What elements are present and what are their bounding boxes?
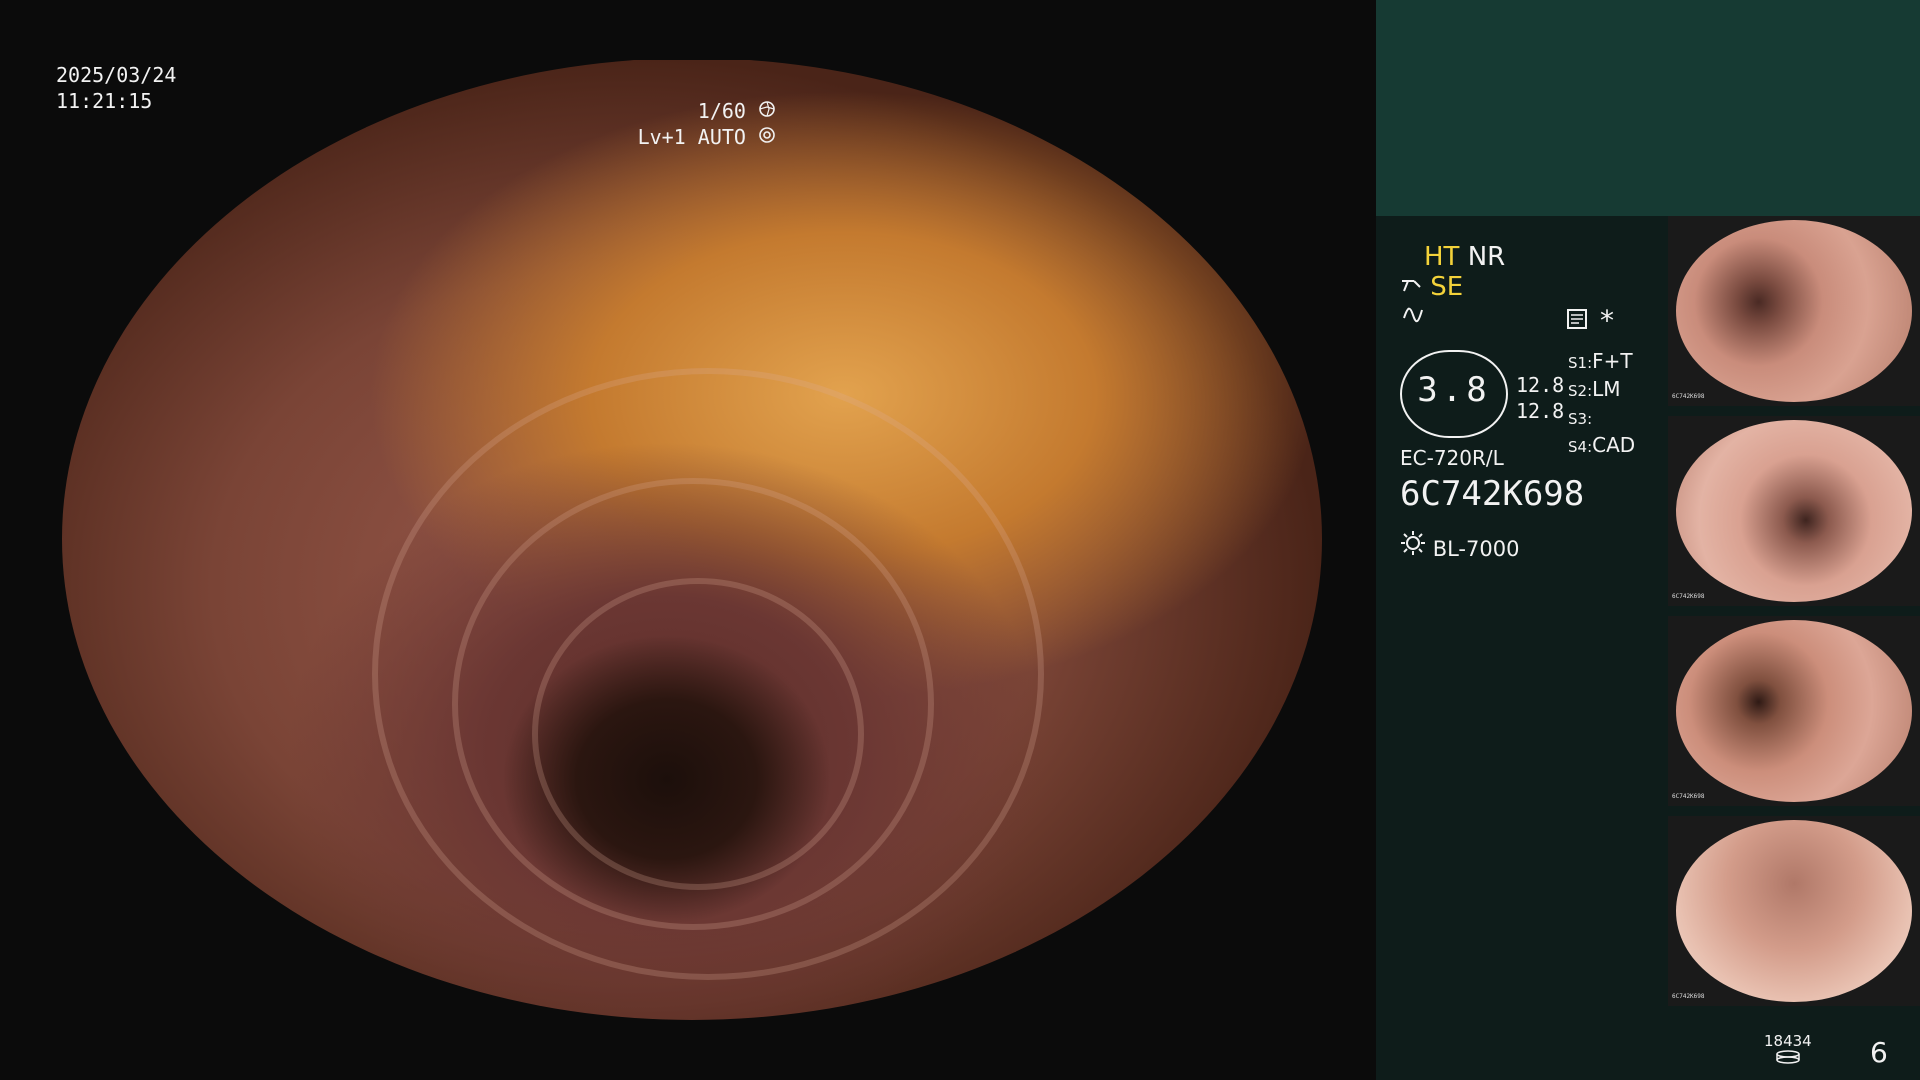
se-row: SE [1400, 272, 1463, 302]
capture-count: 6 [1870, 1036, 1888, 1069]
thumbnail-3[interactable]: 6C742K698 [1668, 616, 1920, 806]
datetime-overlay: 2025/03/24 11:21:15 [56, 62, 176, 114]
shutter-text: 1/60 [697, 99, 746, 123]
nr-label: NR [1467, 242, 1506, 272]
s1-label: S1: [1568, 354, 1593, 372]
endoscope-image [62, 60, 1322, 1020]
thumbnail-label: 6C742K698 [1672, 993, 1705, 1000]
ratio-value-1: 12.8 [1516, 373, 1565, 397]
switch-assignments: S1:F+T S2:LM S3: S4:CAD [1568, 348, 1635, 460]
asterisk-mark: * [1600, 304, 1614, 337]
light-source-row: BL-7000 [1400, 530, 1519, 561]
thumbnail-2[interactable]: 6C742K698 [1668, 416, 1920, 606]
capture-thumbnails: 6C742K698 6C742K698 6C742K698 6C742K698 [1668, 216, 1920, 1016]
s2-label: S2: [1568, 382, 1593, 400]
mode-text: AUTO [697, 125, 746, 149]
level-text: Lv+1 [637, 125, 686, 149]
thumbnail-4[interactable]: 6C742K698 [1668, 816, 1920, 1006]
settings-circle-icon [758, 124, 776, 150]
thumbnail-label: 6C742K698 [1672, 393, 1705, 400]
s3-label: S3: [1568, 410, 1593, 428]
thumbnail-image [1676, 620, 1912, 802]
s2-value: LM [1592, 377, 1621, 401]
enhancement-row: HT NR [1424, 242, 1505, 272]
gauge-value: 3.8 [1417, 370, 1491, 410]
thumbnail-1[interactable]: 6C742K698 [1668, 216, 1920, 406]
mucosal-fold [532, 578, 864, 890]
wave-icon [1402, 304, 1424, 331]
thumbnail-image [1676, 420, 1912, 602]
aperture-icon [758, 98, 776, 124]
date-text: 2025/03/24 [56, 63, 177, 87]
scope-serial: 6C742K698 [1400, 474, 1585, 514]
ht-label: HT [1424, 242, 1460, 272]
endoscope-view-area: 2025/03/24 11:21:15 1/60 Lv+1 AUTO [0, 0, 1376, 1080]
cylinder-icon [1764, 1050, 1812, 1068]
s4-value: CAD [1592, 433, 1636, 457]
se-label: SE [1430, 272, 1464, 302]
time-text: 11:21:15 [56, 89, 153, 113]
ratio-value-2: 12.8 [1516, 399, 1565, 423]
thumbnail-image [1676, 220, 1912, 402]
thumbnail-label: 6C742K698 [1672, 593, 1705, 600]
thumbnail-image [1676, 820, 1912, 1002]
storage-counter: 18434 [1764, 1032, 1812, 1068]
s4-label: S4: [1568, 438, 1593, 456]
scissors-icon [1400, 272, 1422, 302]
memo-icon [1566, 308, 1588, 334]
brightness-gauge: 3.8 [1400, 350, 1508, 438]
light-source-text: BL-7000 [1432, 537, 1520, 561]
ratio-values: 12.8 12.8 [1516, 372, 1564, 424]
status-panel-top [1376, 0, 1920, 216]
exposure-overlay: 1/60 Lv+1 AUTO [638, 98, 776, 150]
scope-model: EC-720R/L [1400, 446, 1504, 470]
thumbnail-label: 6C742K698 [1672, 793, 1705, 800]
counter-text: 18434 [1764, 1032, 1812, 1050]
sun-icon [1400, 530, 1426, 561]
s1-value: F+T [1592, 349, 1633, 373]
